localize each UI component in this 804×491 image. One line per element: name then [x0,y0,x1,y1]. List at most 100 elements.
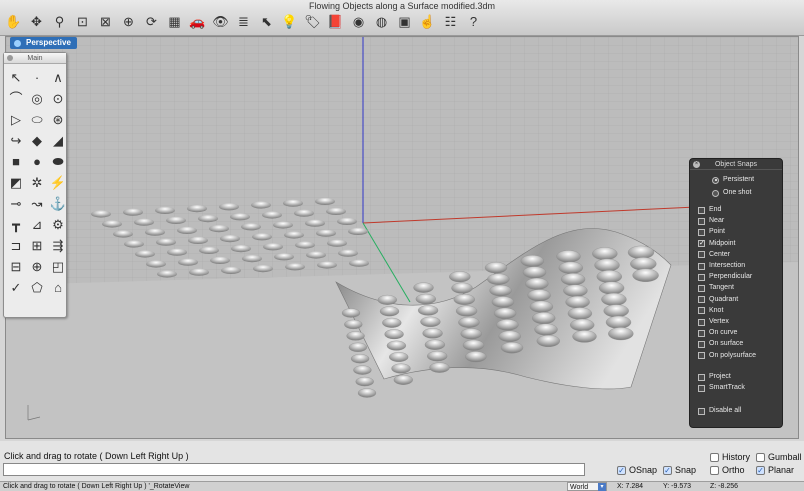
palette-tool-icon[interactable]: ⊛ [48,109,68,129]
perspective-viewport[interactable]: Perspective [5,36,799,439]
palette-tool-icon[interactable]: ⇶ [48,235,68,255]
palette-tool-icon[interactable]: ⬠ [27,277,47,297]
command-input[interactable] [3,463,585,476]
checkbox[interactable] [698,262,705,270]
ortho-checkbox[interactable] [710,465,719,475]
close-icon[interactable]: × [693,161,700,168]
palette-tool-icon[interactable]: ↖ [6,67,26,87]
gumball-toggle[interactable]: Gumball [756,452,802,462]
snap-intersection[interactable]: Intersection [698,261,745,271]
palette-tool-icon[interactable]: ⚓ [48,193,68,213]
checkbox[interactable] [698,251,705,259]
four-viewports-icon[interactable]: ▦ [165,12,184,31]
checkbox[interactable] [698,228,705,236]
palette-tool-icon[interactable]: ⊞ [27,235,47,255]
object-properties-icon[interactable]: ▣ [395,12,414,31]
palette-tool-icon[interactable]: ◆ [27,130,47,150]
osnap-checkbox[interactable]: ✓ [617,465,626,475]
snap-knot[interactable]: Knot [698,306,723,316]
palette-tool-icon[interactable]: ⬬ [48,151,68,171]
zoom-selected-icon[interactable]: ⊕ [119,12,138,31]
viewport-canvas[interactable] [6,37,799,439]
palette-tool-icon[interactable]: · [27,67,47,87]
light-bulb-icon[interactable]: 💡 [280,12,299,31]
palette-tool-icon[interactable]: ⌂ [48,277,68,297]
snap-point[interactable]: Point [698,227,725,237]
history-checkbox[interactable] [710,452,719,462]
palette-tool-icon[interactable]: ⊸ [6,193,26,213]
zoom-window-icon[interactable]: ⊡ [73,12,92,31]
color-wheel-icon[interactable]: ◉ [349,12,368,31]
checkbox[interactable] [698,373,705,381]
snap-on-curve[interactable]: On curve [698,328,737,338]
palette-tool-icon[interactable]: ⊐ [6,235,26,255]
rotate-view-icon[interactable]: ⟳ [142,12,161,31]
pan-hand-icon[interactable]: ✋ [4,12,23,31]
checkbox[interactable]: ✓ [698,240,705,248]
checkbox[interactable] [698,217,705,225]
snap-smarttrack[interactable]: SmartTrack [698,383,745,393]
ortho-toggle[interactable]: Ortho [710,465,745,475]
zoom-extents-icon[interactable]: ⊠ [96,12,115,31]
palette-tool-icon[interactable]: ◩ [6,172,26,192]
snap-project[interactable]: Project [698,372,731,382]
snap-end[interactable]: End [698,205,721,215]
checkbox[interactable] [698,206,705,214]
radio-button[interactable] [712,176,719,184]
close-icon[interactable] [7,55,13,61]
planar-toggle[interactable]: ✓ Planar [756,465,794,475]
history-toggle[interactable]: History [710,452,750,462]
checkbox[interactable] [698,318,705,326]
cplane-select[interactable]: World ▾ [567,482,607,491]
palette-tool-icon[interactable]: ⊟ [6,256,26,276]
palette-tool-icon[interactable]: ◢ [48,130,68,150]
snap-mode-persistent[interactable]: Persistent [712,175,754,185]
snap-midpoint[interactable]: ✓ Midpoint [698,239,735,249]
help-icon[interactable]: ? [464,12,483,31]
select-arrow-icon[interactable]: ⬉ [257,12,276,31]
snap-quadrant[interactable]: Quadrant [698,295,738,305]
palette-tool-icon[interactable]: ⊕ [27,256,47,276]
tag-icon[interactable]: 🏷 [303,12,322,31]
checkbox[interactable] [698,407,705,415]
palette-tool-icon[interactable]: ⊙ [48,88,68,108]
palette-tool-icon[interactable]: ┳ [6,214,26,234]
palette-tool-icon[interactable]: ⬭ [27,109,47,129]
gumball-checkbox[interactable] [756,452,765,462]
palette-tool-icon[interactable]: ■ [6,151,26,171]
palette-tool-icon[interactable]: ↝ [27,193,47,213]
snap-on-polysurface[interactable]: On polysurface [698,351,756,361]
move-cross-icon[interactable]: ✥ [27,12,46,31]
palette-tool-icon[interactable]: ⊿ [27,214,47,234]
snap-tangent[interactable]: Tangent [698,283,734,293]
layers-icon[interactable]: ≣ [234,12,253,31]
palette-tool-icon[interactable]: ⌒ [6,88,26,108]
viewport-title-tab[interactable]: Perspective [10,37,77,49]
palette-tool-icon[interactable]: ▷ [6,109,26,129]
snap-disable-all[interactable]: Disable all [698,406,741,416]
snap-mode-one-shot[interactable]: One shot [712,188,751,198]
palette-tool-icon[interactable]: ◰ [48,256,68,276]
snap-checkbox[interactable]: ✓ [663,465,672,475]
checkbox[interactable] [698,352,705,360]
snap-vertex[interactable]: Vertex [698,317,729,327]
snap-center[interactable]: Center [698,250,730,260]
snap-toggle[interactable]: ✓ Snap [663,465,696,475]
checkbox[interactable] [698,307,705,315]
sphere-icon[interactable]: ◍ [372,12,391,31]
checkbox[interactable] [698,284,705,292]
palette-tool-icon[interactable]: ↪ [6,130,26,150]
car-render-icon[interactable]: 🚗 [188,12,207,31]
zoom-icon[interactable]: ⚲ [50,12,69,31]
checkbox[interactable] [698,340,705,348]
snap-perpendicular[interactable]: Perpendicular [698,272,752,282]
checkbox[interactable] [698,296,705,304]
palette-tool-icon[interactable]: ✓ [6,277,26,297]
palette-tool-icon[interactable]: ✲ [27,172,47,192]
palette-tool-icon[interactable]: ∧ [48,67,68,87]
palette-tool-icon[interactable]: ● [27,151,47,171]
snap-near[interactable]: Near [698,216,724,226]
osnap-toggle[interactable]: ✓ OSnap [617,465,657,475]
book-icon[interactable]: 📕 [326,12,345,31]
options-icon[interactable]: ☷ [441,12,460,31]
